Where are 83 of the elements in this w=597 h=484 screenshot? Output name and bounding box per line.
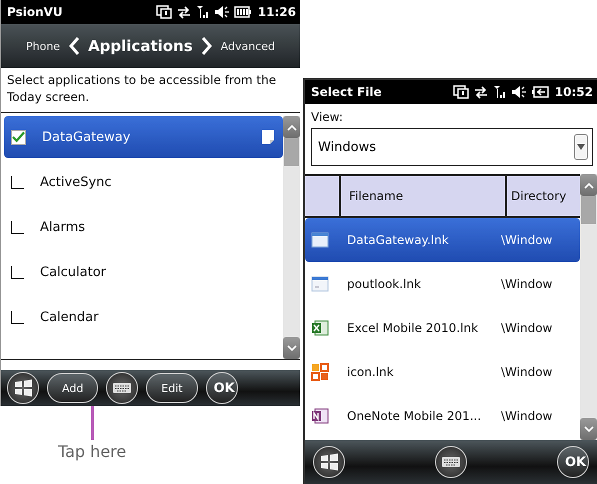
- app-name: DataGateway: [42, 130, 130, 144]
- nav-link[interactable]: Advanced: [220, 40, 276, 52]
- softkey-button[interactable]: OK: [206, 372, 238, 404]
- instruction-text: Select applications to be accessible from the Today screen.: [1, 68, 300, 113]
- chevron-down-icon: [584, 426, 594, 432]
- scroll-thumb[interactable]: [284, 138, 299, 166]
- start-button[interactable]: [313, 446, 345, 478]
- file-row[interactable]: icon.lnk \Window: [305, 350, 580, 394]
- file-name: OneNote Mobile 201...: [346, 409, 482, 423]
- chevron-up-icon: [286, 124, 296, 130]
- status-title: PsionVU: [7, 5, 63, 19]
- connectivity-icon: [156, 5, 172, 19]
- field-label: View:: [311, 110, 344, 124]
- file-name: icon.lnk: [346, 365, 395, 379]
- windows-logo-icon: [319, 452, 339, 472]
- app-list-item[interactable]: Alarms: [1, 206, 283, 248]
- note-icon: [261, 129, 275, 145]
- chevron-up-icon: [584, 182, 594, 188]
- clock-time: 11:26: [258, 5, 296, 19]
- file-directory: \Window: [500, 233, 552, 247]
- file-directory: \Window: [500, 409, 552, 423]
- chevron-left-icon: [68, 36, 80, 56]
- file-directory: \Window: [500, 277, 552, 291]
- column-header[interactable]: Filename: [341, 176, 507, 216]
- file-directory: \Window: [500, 321, 552, 335]
- notebook-file-icon: [311, 407, 329, 425]
- app-name: Calculator: [40, 264, 106, 280]
- file-name: Excel Mobile 2010.lnk: [346, 321, 480, 335]
- softkey-button[interactable]: Edit: [146, 373, 198, 403]
- battery-icon: [530, 85, 549, 99]
- window-file-icon: [311, 231, 329, 249]
- app-list-item[interactable]: Calculator: [1, 251, 283, 293]
- keyboard-icon: [441, 455, 461, 469]
- app-list-item[interactable]: Calendar: [1, 296, 283, 338]
- file-name: DataGateway.lnk: [346, 233, 450, 247]
- file-name: poutlook.lnk: [346, 277, 422, 291]
- clock-time: 10:52: [554, 85, 593, 99]
- file-row[interactable]: OneNote Mobile 201... \Window: [305, 394, 580, 438]
- leader-line: [90, 406, 94, 440]
- app-name: ActiveSync: [40, 174, 112, 190]
- page-title: Applications: [88, 37, 193, 55]
- checkbox[interactable]: [11, 220, 24, 234]
- signal-icon: [492, 85, 507, 99]
- file-row[interactable]: Excel Mobile 2010.lnk \Window: [305, 306, 580, 350]
- scrollbar[interactable]: [580, 174, 597, 440]
- signal-icon: [196, 5, 210, 19]
- app-name: Calendar: [40, 310, 98, 324]
- checkbox[interactable]: [11, 176, 24, 188]
- keyboard-icon: [112, 381, 132, 395]
- connectivity-icon: [452, 85, 469, 99]
- softkey-button[interactable]: OK: [557, 446, 589, 478]
- chevron-down-icon: [286, 344, 296, 352]
- softkey-button[interactable]: Add: [47, 373, 98, 403]
- file-row[interactable]: DataGateway.lnk \Window: [305, 218, 580, 262]
- status-title: Select File: [311, 85, 382, 99]
- file-directory: \Window: [500, 365, 552, 379]
- spreadsheet-file-icon: [311, 319, 329, 337]
- view-dropdown[interactable]: Windows: [311, 128, 593, 166]
- sync-arrows-icon: [176, 5, 192, 19]
- app-list-item[interactable]: DataGateway: [4, 116, 283, 158]
- scrollbar[interactable]: [283, 116, 300, 359]
- speaker-icon: [214, 5, 230, 19]
- checkbox[interactable]: [11, 130, 26, 144]
- windows-logo-icon: [13, 378, 33, 398]
- keyboard-button[interactable]: [106, 372, 138, 404]
- chevron-right-icon: [200, 36, 213, 56]
- nav-link[interactable]: Phone: [26, 40, 60, 52]
- window-file-icon: [311, 275, 329, 293]
- scroll-thumb[interactable]: [581, 196, 596, 224]
- file-row[interactable]: poutlook.lnk \Window: [305, 262, 580, 306]
- speaker-icon: [510, 85, 527, 99]
- app-name: Alarms: [40, 220, 86, 234]
- checkbox[interactable]: [11, 266, 24, 278]
- app-list-item[interactable]: ActiveSync: [1, 161, 283, 203]
- dropdown-value: Windows: [318, 140, 378, 154]
- column-header[interactable]: Directory: [507, 176, 580, 216]
- start-button[interactable]: [7, 372, 39, 404]
- checkbox[interactable]: [11, 310, 24, 324]
- office-squares-icon: [311, 363, 329, 381]
- battery-icon: [234, 5, 252, 19]
- sync-arrows-icon: [472, 85, 489, 99]
- keyboard-button[interactable]: [435, 446, 467, 478]
- callout-text: Tap here: [58, 442, 126, 461]
